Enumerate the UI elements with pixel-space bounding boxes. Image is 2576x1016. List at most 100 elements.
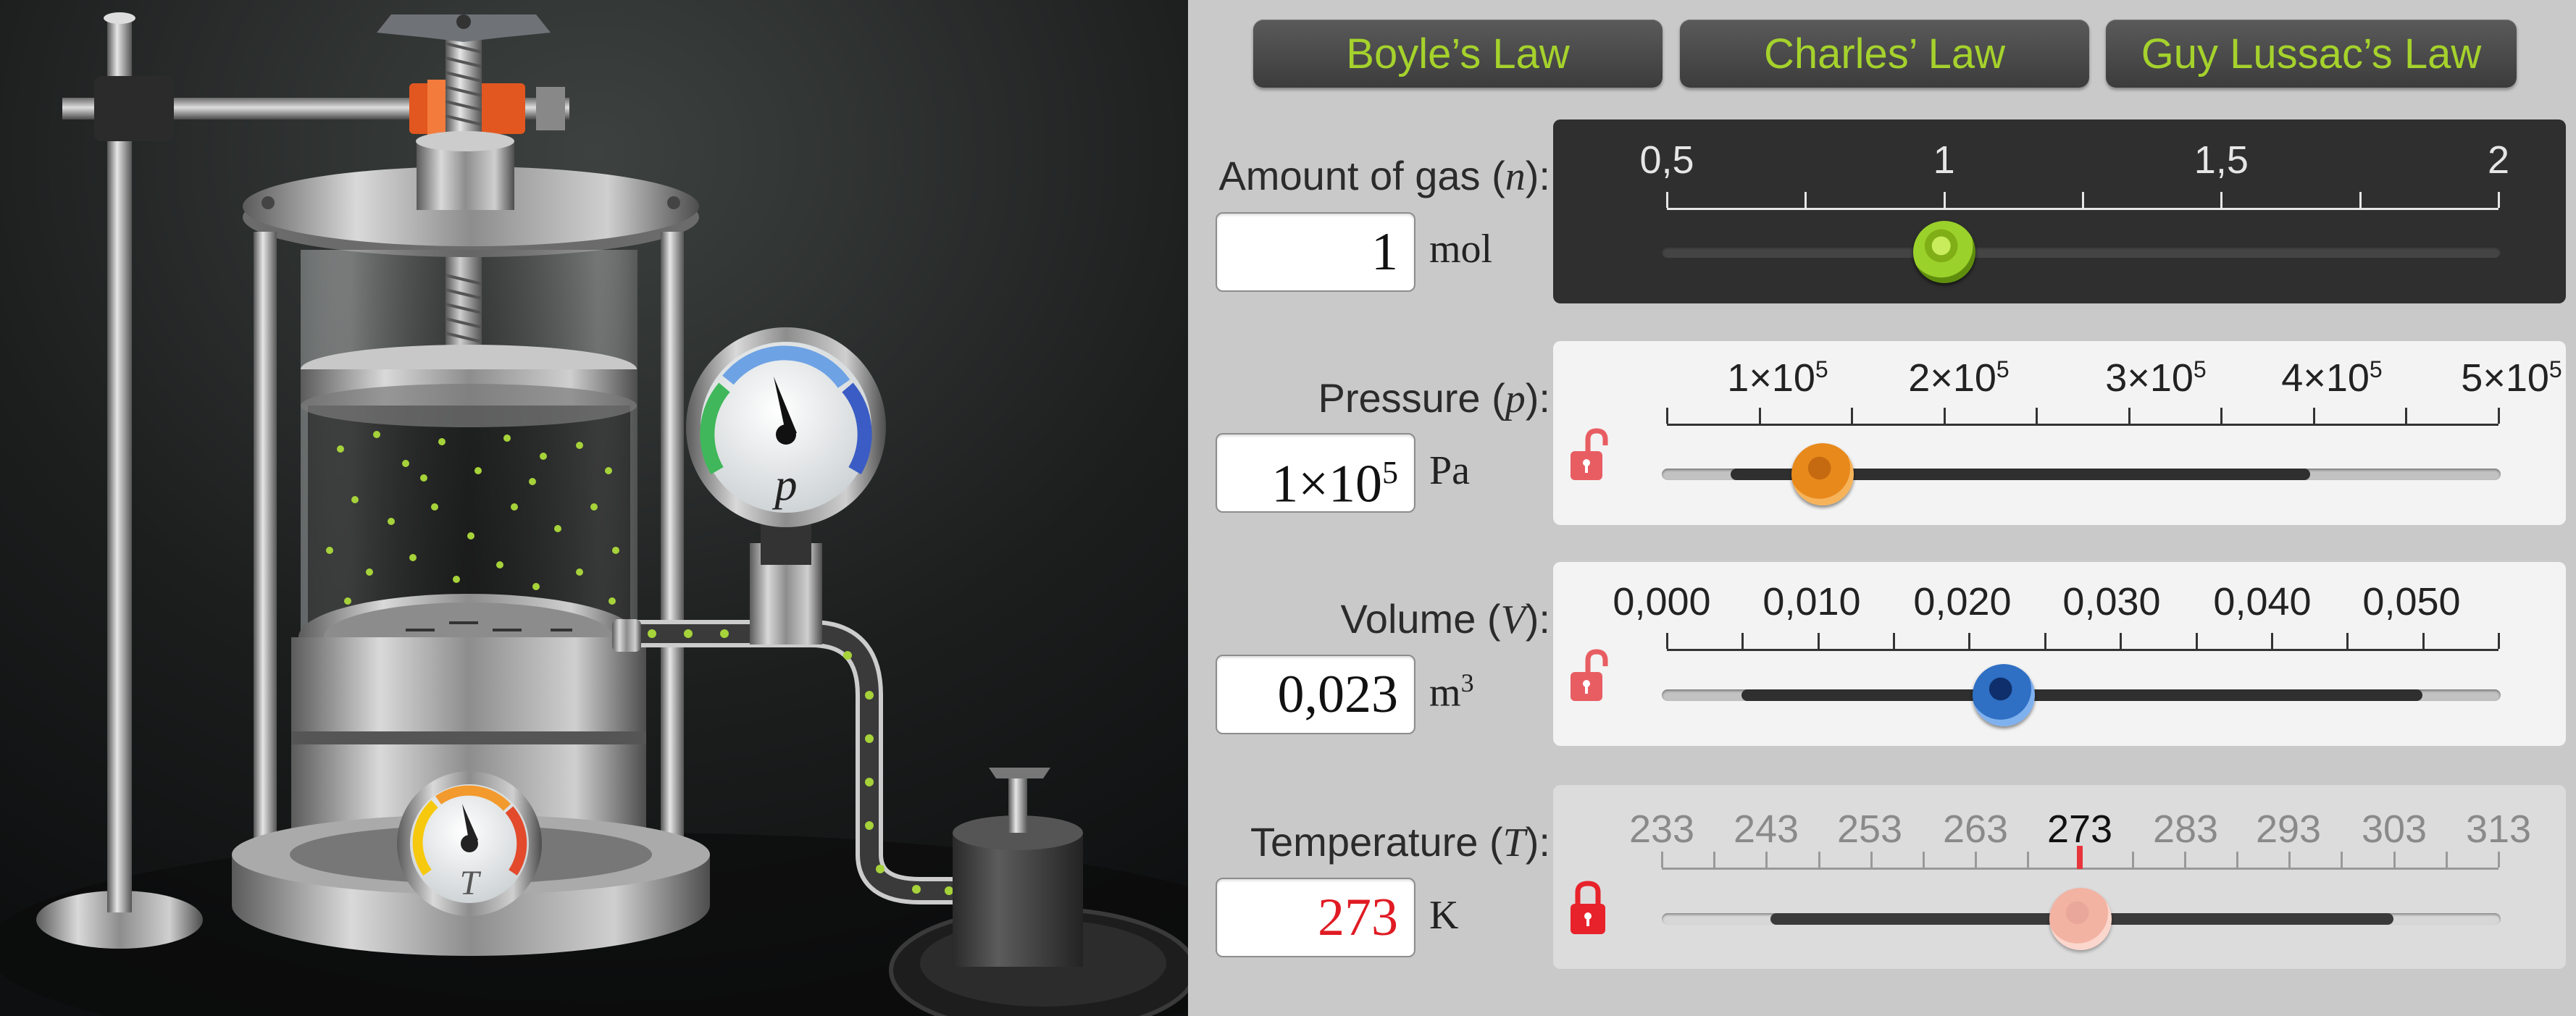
pressure-tick-label: 1×105 <box>1727 356 1828 400</box>
pressure-value-exp: 5 <box>1382 455 1398 490</box>
temperature-minor-tick <box>1870 852 1873 868</box>
temperature-symbol: T <box>1502 820 1526 865</box>
volume-unit-exp: 3 <box>1460 668 1474 697</box>
pressure-minor-tick <box>1666 408 1668 424</box>
pressure-slider-track[interactable] <box>1662 469 2501 480</box>
temperature-gauge-label: T <box>460 864 482 902</box>
amount-field[interactable]: 1 <box>1216 212 1415 292</box>
pressure-slider-knob[interactable] <box>1791 443 1854 505</box>
pressure-unit: Pa <box>1429 448 1470 493</box>
pressure-axis-line <box>1667 424 2498 426</box>
amount-tick-label: 0,5 <box>1639 138 1694 182</box>
amount-symbol: n <box>1505 154 1526 199</box>
amount-slider-panel: 0,5 1 1,5 2 <box>1553 119 2566 303</box>
volume-label: Volume (V): <box>1340 596 1550 642</box>
amount-minor-tick <box>2359 192 2362 208</box>
volume-minor-tick <box>1817 633 1820 649</box>
temperature-slider-panel: 233 243 253 263 273 283 293 303 313 <box>1553 785 2566 969</box>
volume-unit: m3 <box>1429 668 1474 716</box>
pressure-lock-open-icon[interactable] <box>1568 427 1611 484</box>
temperature-minor-tick <box>2445 852 2448 868</box>
temperature-minor-tick <box>1713 852 1716 868</box>
volume-minor-tick <box>1893 633 1896 649</box>
volume-minor-tick <box>2498 633 2500 649</box>
temperature-minor-tick <box>2027 852 2030 868</box>
amount-label: Amount of gas (n): <box>1218 153 1550 199</box>
volume-slider-track[interactable] <box>1662 689 2501 701</box>
temperature-tick-label: 253 <box>1836 807 1903 851</box>
volume-tick-label: 0,040 <box>2213 580 2312 624</box>
volume-symbol: V <box>1500 597 1526 642</box>
temperature-tick-label: 293 <box>2255 807 2322 851</box>
amount-minor-tick <box>1943 192 1946 208</box>
control-panel: Boyle’s Law Charles’ Law Guy Lussac’s La… <box>1188 0 2576 1016</box>
volume-tick-label: 0,050 <box>2362 580 2461 624</box>
pressure-tick-label: 4×105 <box>2281 356 2383 400</box>
temperature-tick-label: 233 <box>1628 807 1695 851</box>
pressure-tick-label: 2×105 <box>1908 356 2010 400</box>
gay-lussac-law-button[interactable]: Guy Lussac’s Law <box>2106 20 2517 88</box>
pressure-minor-tick <box>2405 408 2408 424</box>
amount-slider-track[interactable] <box>1662 246 2501 258</box>
pressure-value: 1×10 <box>1271 454 1382 514</box>
volume-minor-tick <box>2195 633 2198 649</box>
pressure-minor-tick <box>1758 408 1761 424</box>
volume-tick-label: 0,010 <box>1762 580 1861 624</box>
temperature-tick-label: 303 <box>2361 807 2427 851</box>
amount-minor-tick <box>1666 192 1668 208</box>
temperature-minor-tick <box>1661 852 1663 868</box>
volume-minor-tick <box>1968 633 1971 649</box>
temperature-minor-tick <box>2288 852 2291 868</box>
pressure-minor-tick <box>2036 408 2038 424</box>
volume-minor-tick <box>2346 633 2349 649</box>
pressure-field[interactable]: 1×105 <box>1216 433 1415 514</box>
temperature-minor-tick <box>2498 852 2500 868</box>
pressure-minor-tick <box>2312 408 2315 424</box>
amount-tick-label: 2 <box>2487 138 2510 182</box>
boyles-law-button[interactable]: Boyle’s Law <box>1253 20 1663 88</box>
temperature-unit: K <box>1429 893 1459 938</box>
volume-label-text: Volume <box>1340 596 1476 642</box>
pressure-label-text: Pressure <box>1318 375 1481 421</box>
gas-apparatus: T p <box>0 0 1188 1016</box>
pressure-gauge-label: p <box>772 461 798 510</box>
pressure-slider-panel: 1×105 2×105 3×105 4×105 5×105 <box>1553 341 2566 525</box>
volume-minor-tick <box>2270 633 2273 649</box>
temperature-minor-tick <box>2183 852 2186 868</box>
pressure-tick-label: 3×105 <box>2105 356 2207 400</box>
pressure-symbol: p <box>1505 377 1526 421</box>
volume-unit-base: m <box>1429 670 1461 715</box>
temperature-minor-tick <box>1922 852 1925 868</box>
volume-range-fill <box>1741 689 2422 701</box>
temperature-minor-tick <box>2131 852 2134 868</box>
amount-slider-knob[interactable] <box>1912 221 1975 283</box>
volume-field[interactable]: 0,023 <box>1216 655 1415 734</box>
temperature-tick-label: 243 <box>1733 807 1799 851</box>
volume-slider-panel: 0,000 0,010 0,020 0,030 0,040 0,050 <box>1553 562 2566 746</box>
temperature-slider-knob[interactable] <box>2049 888 2112 950</box>
temperature-field[interactable]: 273 <box>1216 878 1415 957</box>
temperature-minor-tick <box>1818 852 1820 868</box>
volume-slider-knob[interactable] <box>1973 664 2036 726</box>
amount-minor-tick <box>2082 192 2084 208</box>
temperature-minor-tick <box>1765 852 1768 868</box>
amount-minor-tick <box>2220 192 2223 208</box>
pressure-minor-tick <box>2498 408 2500 424</box>
amount-minor-tick <box>1805 192 1807 208</box>
amount-minor-tick <box>2498 192 2500 208</box>
temperature-tick-label: 263 <box>1942 807 2009 851</box>
temperature-minor-tick <box>2341 852 2343 868</box>
charles-law-button[interactable]: Charles’ Law <box>1680 20 2089 88</box>
temperature-tick-label: 273 <box>2046 807 2113 851</box>
volume-lock-open-icon[interactable] <box>1568 647 1611 705</box>
temperature-lock-closed-icon[interactable] <box>1568 879 1611 937</box>
amount-unit: mol <box>1429 227 1493 272</box>
volume-minor-tick <box>2120 633 2123 649</box>
pressure-minor-tick <box>2220 408 2223 424</box>
pressure-label: Pressure (p): <box>1318 375 1550 421</box>
temperature-label-text: Temperature <box>1250 819 1479 865</box>
amount-label-text: Amount of gas <box>1218 153 1481 198</box>
pressure-tick-label: 5×105 <box>2461 356 2562 400</box>
volume-tick-label: 0,030 <box>2062 580 2161 624</box>
apparatus-illustration: T p <box>0 0 1188 1016</box>
